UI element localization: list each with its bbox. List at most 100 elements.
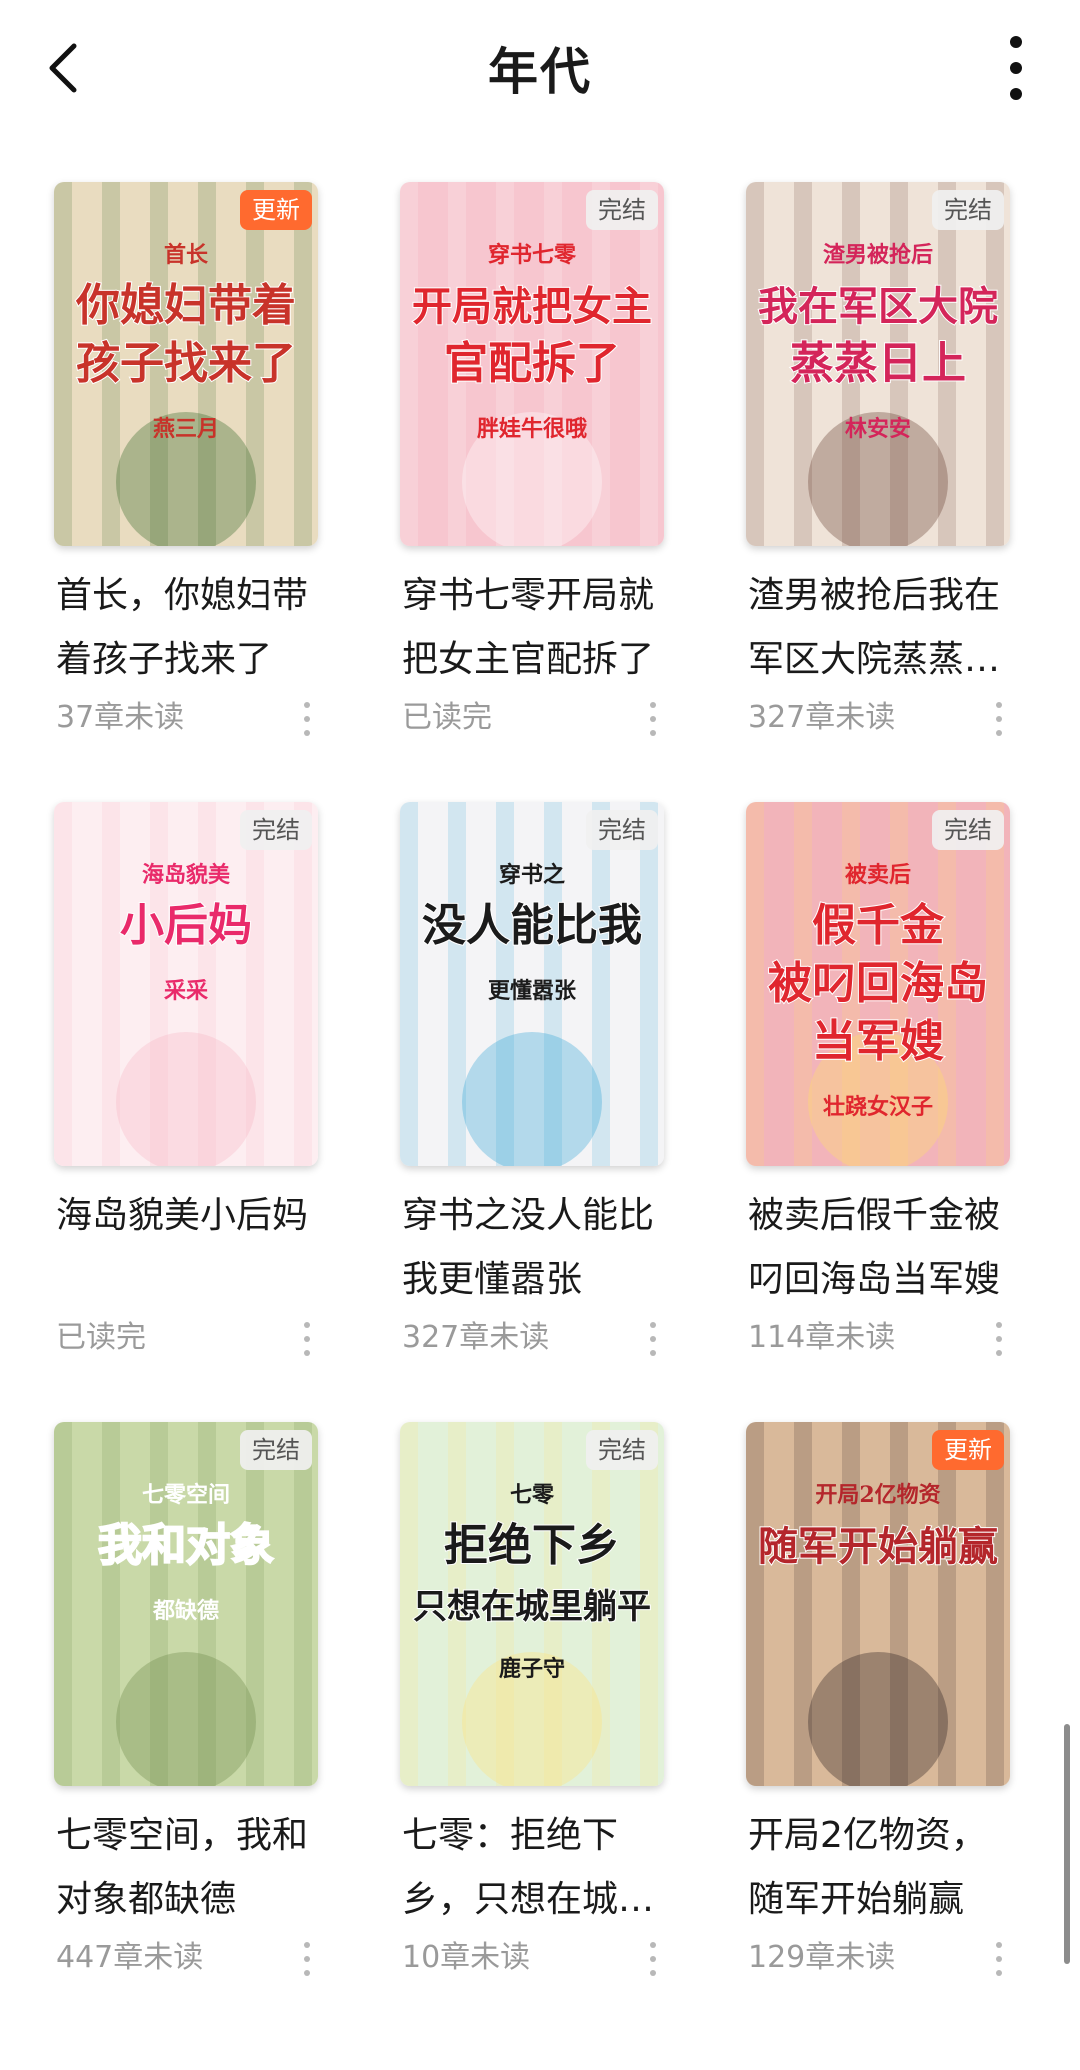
book-cover[interactable]: 首长 你媳妇带着 孩子找来了 燕三月 更新	[54, 182, 318, 546]
update-badge: 更新	[240, 190, 312, 230]
completed-badge: 完结	[586, 190, 658, 230]
more-dot-icon	[304, 730, 310, 736]
book-title[interactable]: 穿书之没人能比我更懂嚣张	[402, 1184, 664, 1312]
cover-text: 鹿子守	[499, 1656, 565, 1682]
cover-text: 七零	[510, 1482, 555, 1508]
more-dot-icon	[996, 1322, 1002, 1328]
cover-text: 假千金	[812, 900, 945, 951]
cover-text: 拒绝下乡	[444, 1520, 620, 1571]
cover-art: 七零拒绝下乡只想在城里躺平鹿子守	[400, 1422, 664, 1786]
book-title[interactable]: 七零空间，我和对象都缺德	[56, 1804, 318, 1932]
book-more-button[interactable]	[302, 1322, 312, 1356]
more-dot-icon	[304, 1942, 310, 1948]
book-card[interactable]: 七零空间 我和对象 都缺德 完结 七零空间，我和对象都缺德 447章未读	[54, 1422, 318, 1982]
book-more-button[interactable]	[648, 1322, 658, 1356]
book-cover[interactable]: 穿书之 没人能比我 更懂嚣张 完结	[400, 802, 664, 1166]
book-card[interactable]: 被卖后 假千金 被叼回海岛 当军嫂 壮跷女汉子 完结 被卖后假千金被叼回海岛当军嫂 114章未…	[746, 802, 1010, 1362]
cover-text: 穿书之	[499, 862, 565, 888]
more-dot-icon	[650, 1322, 656, 1328]
more-dot-icon	[304, 1970, 310, 1976]
book-title[interactable]: 被卖后假千金被叼回海岛当军嫂	[748, 1184, 1010, 1312]
more-dot-icon	[996, 1970, 1002, 1976]
cover-text: 我和对象	[98, 1520, 274, 1571]
cover-text: 更懂嚣张	[488, 978, 577, 1004]
book-card[interactable]: 七零拒绝下乡只想在城里躺平鹿子守完结七零：拒绝下乡，只想在城里躺平10章未读	[400, 1422, 664, 1982]
cover-text: 海岛貌美	[142, 862, 231, 888]
completed-badge: 完结	[240, 810, 312, 850]
cover-text: 七零空间	[142, 1482, 230, 1508]
cover-text: 蒸蒸日上	[790, 338, 966, 389]
book-more-button[interactable]	[648, 702, 658, 736]
reading-status: 447章未读	[56, 1940, 204, 1975]
cover-text: 开局2亿物资	[815, 1482, 940, 1508]
book-cover[interactable]: 开局2亿物资随军开始躺赢 更新	[746, 1422, 1010, 1786]
book-more-button[interactable]	[302, 702, 312, 736]
more-dot-icon	[650, 1350, 656, 1356]
reading-status: 37章未读	[56, 700, 185, 735]
book-cover[interactable]: 穿书七零 开局就把女主 官配拆了 胖娃牛很哦 完结	[400, 182, 664, 546]
book-card[interactable]: 海岛貌美 小后妈 采采 完结 海岛貌美小后妈 已读完	[54, 802, 318, 1362]
cover-text: 采采	[164, 978, 208, 1004]
more-dot-icon	[650, 702, 656, 708]
book-grid: 首长 你媳妇带着 孩子找来了 燕三月 更新 首长，你媳妇带着孩子找来了 37章未读 穿书七零开…	[0, 0, 1080, 2070]
book-card[interactable]: 渣男被抢后我在军区大院蒸蒸日上林安安完结渣男被抢后我在军区大院蒸蒸日上327章未…	[746, 182, 1010, 742]
scrollbar[interactable]	[1064, 1724, 1070, 1964]
book-more-button[interactable]	[994, 702, 1004, 736]
book-title[interactable]: 首长，你媳妇带着孩子找来了	[56, 564, 318, 692]
cover-text: 只想在城里躺平	[413, 1587, 651, 1627]
cover-text: 孩子找来了	[76, 338, 296, 389]
book-more-button[interactable]	[994, 1942, 1004, 1976]
more-dot-icon	[996, 1942, 1002, 1948]
book-cover[interactable]: 被卖后 假千金 被叼回海岛 当军嫂 壮跷女汉子 完结	[746, 802, 1010, 1166]
book-cover[interactable]: 渣男被抢后 我在军区大院 蒸蒸日上 林安安 完结	[746, 182, 1010, 546]
book-more-button[interactable]	[648, 1942, 658, 1976]
cover-text: 燕三月	[153, 416, 219, 442]
more-dot-icon	[996, 1956, 1002, 1962]
book-cover[interactable]: 七零 拒绝下乡 只想在城里躺平 鹿子守 完结	[400, 1422, 664, 1786]
book-title[interactable]: 七零：拒绝下乡，只想在城里躺平	[402, 1804, 664, 1932]
more-dot-icon	[996, 702, 1002, 708]
book-title[interactable]: 开局2亿物资，随军开始躺赢	[748, 1804, 1010, 1932]
book-title[interactable]: 穿书七零开局就把女主官配拆了	[402, 564, 664, 692]
more-dot-icon	[996, 1350, 1002, 1356]
completed-badge: 完结	[586, 1430, 658, 1470]
book-cover[interactable]: 海岛貌美 小后妈 采采 完结	[54, 802, 318, 1166]
book-more-button[interactable]	[994, 1322, 1004, 1356]
more-dot-icon	[996, 1336, 1002, 1342]
cover-text: 林安安	[845, 416, 911, 442]
update-badge: 更新	[932, 1430, 1004, 1470]
reading-status: 327章未读	[748, 700, 896, 735]
cover-text: 都缺德	[152, 1598, 219, 1624]
reading-status: 129章未读	[748, 1940, 896, 1975]
completed-badge: 完结	[932, 190, 1004, 230]
book-card[interactable]: 穿书七零 开局就把女主 官配拆了 胖娃牛很哦 完结 穿书七零开局就把女主官配拆了 已读完	[400, 182, 664, 742]
more-dot-icon	[650, 1956, 656, 1962]
more-dot-icon	[304, 1336, 310, 1342]
cover-text: 你媳妇带着	[75, 280, 296, 331]
book-title[interactable]: 渣男被抢后我在军区大院蒸蒸日上	[748, 564, 1010, 692]
cover-art: 海岛貌美小后妈采采	[54, 802, 318, 1166]
cover-text: 被叼回海岛	[768, 958, 988, 1009]
cover-text: 当军嫂	[812, 1016, 944, 1067]
cover-text: 首长	[164, 242, 209, 268]
book-cover[interactable]: 七零空间 我和对象 都缺德 完结	[54, 1422, 318, 1786]
book-more-button[interactable]	[302, 1942, 312, 1976]
book-title[interactable]: 海岛貌美小后妈	[56, 1184, 318, 1312]
cover-art: 七零空间我和对象都缺德	[54, 1422, 318, 1786]
cover-text: 随军开始躺赢	[758, 1523, 998, 1570]
reading-status: 114章未读	[748, 1320, 896, 1355]
completed-badge: 完结	[240, 1430, 312, 1470]
cover-text: 被卖后	[845, 862, 911, 888]
book-card[interactable]: 首长 你媳妇带着 孩子找来了 燕三月 更新 首长，你媳妇带着孩子找来了 37章未读	[54, 182, 318, 742]
more-dot-icon	[304, 1322, 310, 1328]
book-card[interactable]: 开局2亿物资随军开始躺赢 更新开局2亿物资，随军开始躺赢 129章未读	[746, 1422, 1010, 1982]
reading-status: 10章未读	[402, 1940, 531, 1975]
cover-art: 被卖后假千金被叼回海岛当军嫂壮跷女汉子	[746, 802, 1010, 1166]
cover-art: 穿书之没人能比我更懂嚣张	[400, 802, 664, 1166]
more-dot-icon	[650, 730, 656, 736]
cover-text: 官配拆了	[444, 338, 620, 389]
cover-text: 渣男被抢后	[823, 242, 933, 268]
more-dot-icon	[650, 716, 656, 722]
book-card[interactable]: 穿书之 没人能比我 更懂嚣张 完结 穿书之没人能比我更懂嚣张 327章未读	[400, 802, 664, 1362]
cover-art: 首长你媳妇带着孩子找来了燕三月	[54, 182, 318, 546]
